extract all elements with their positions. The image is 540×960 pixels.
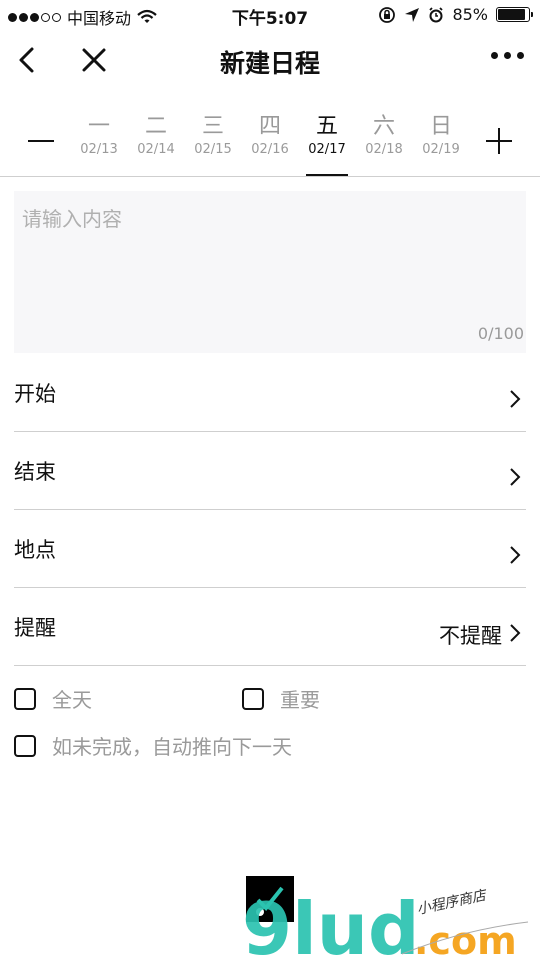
more-icon[interactable] xyxy=(491,52,524,59)
checkbox-label: 全天 xyxy=(52,688,92,712)
reminder-value: 不提醒 xyxy=(439,624,502,648)
battery-percent: 85% xyxy=(452,5,488,24)
day-date: 02/19 xyxy=(422,142,460,157)
prev-week-icon[interactable] xyxy=(28,140,54,142)
start-time-row[interactable]: 开始 xyxy=(14,354,526,432)
day-weekday: 一 xyxy=(87,114,110,139)
week-selector: 一 02/13 二 02/14 三 02/15 四 02/16 五 02/17 … xyxy=(0,110,540,177)
checkbox-box[interactable] xyxy=(14,734,36,757)
chevron-right-icon xyxy=(510,546,521,564)
battery-icon xyxy=(496,7,533,22)
char-counter: 0/100 xyxy=(477,324,524,343)
page-title: 新建日程 xyxy=(219,49,320,78)
next-week-icon[interactable] xyxy=(484,126,514,156)
day-weekday: 六 xyxy=(372,114,395,139)
day-thu[interactable]: 四 02/16 xyxy=(245,114,295,157)
day-weekday: 日 xyxy=(429,114,452,139)
row-label: 地点 xyxy=(14,538,56,562)
day-weekday: 二 xyxy=(144,114,167,139)
important-checkbox[interactable]: 重要 xyxy=(242,684,320,713)
row-label: 结束 xyxy=(14,460,56,484)
day-date: 02/13 xyxy=(80,142,118,157)
watermark-domain: .com xyxy=(414,919,517,960)
watermark-brand: 9lud xyxy=(242,887,420,960)
day-fri-selected[interactable]: 五 02/17 xyxy=(302,114,352,176)
alarm-icon xyxy=(429,6,444,22)
watermark-tagline: 小程序商店 xyxy=(416,887,490,918)
content-input[interactable] xyxy=(14,191,526,353)
status-bar: 中国移动 下午5:07 85% xyxy=(0,0,540,30)
watermark-logo: 9lud .com 小程序商店 xyxy=(242,876,529,960)
location-row[interactable]: 地点 xyxy=(14,510,526,588)
checkbox-label: 重要 xyxy=(280,688,320,712)
content-input-area: 0/100 xyxy=(14,191,526,353)
checkbox-box[interactable] xyxy=(14,687,36,710)
auto-carry-checkbox[interactable]: 如未完成，自动推向下一天 xyxy=(14,731,292,760)
location-arrow-icon xyxy=(405,7,420,22)
rotation-lock-icon xyxy=(379,6,396,23)
end-time-row[interactable]: 结束 xyxy=(14,432,526,510)
checkbox-box[interactable] xyxy=(242,687,264,710)
day-weekday: 四 xyxy=(258,114,281,139)
status-right: 85% xyxy=(378,5,533,24)
chevron-right-icon xyxy=(510,468,521,486)
day-date: 02/16 xyxy=(251,142,289,157)
nav-bar: 新建日程 xyxy=(0,30,540,92)
row-label: 开始 xyxy=(14,382,56,406)
day-wed[interactable]: 三 02/15 xyxy=(188,114,238,157)
day-weekday: 五 xyxy=(315,114,338,139)
day-date: 02/15 xyxy=(194,142,232,157)
checkbox-label: 如未完成，自动推向下一天 xyxy=(52,735,292,759)
day-sat[interactable]: 六 02/18 xyxy=(359,114,409,157)
chevron-right-icon xyxy=(510,624,521,642)
day-weekday: 三 xyxy=(201,114,224,139)
day-tue[interactable]: 二 02/14 xyxy=(131,114,181,157)
day-date: 02/18 xyxy=(365,142,403,157)
reminder-row[interactable]: 提醒 不提醒 xyxy=(14,588,526,666)
day-date: 02/17 xyxy=(308,142,346,157)
chevron-right-icon xyxy=(510,390,521,408)
day-sun[interactable]: 日 02/19 xyxy=(416,114,466,157)
all-day-checkbox[interactable]: 全天 xyxy=(14,684,92,713)
day-date: 02/14 xyxy=(137,142,175,157)
row-label: 提醒 xyxy=(14,616,56,640)
day-mon[interactable]: 一 02/13 xyxy=(74,114,124,157)
